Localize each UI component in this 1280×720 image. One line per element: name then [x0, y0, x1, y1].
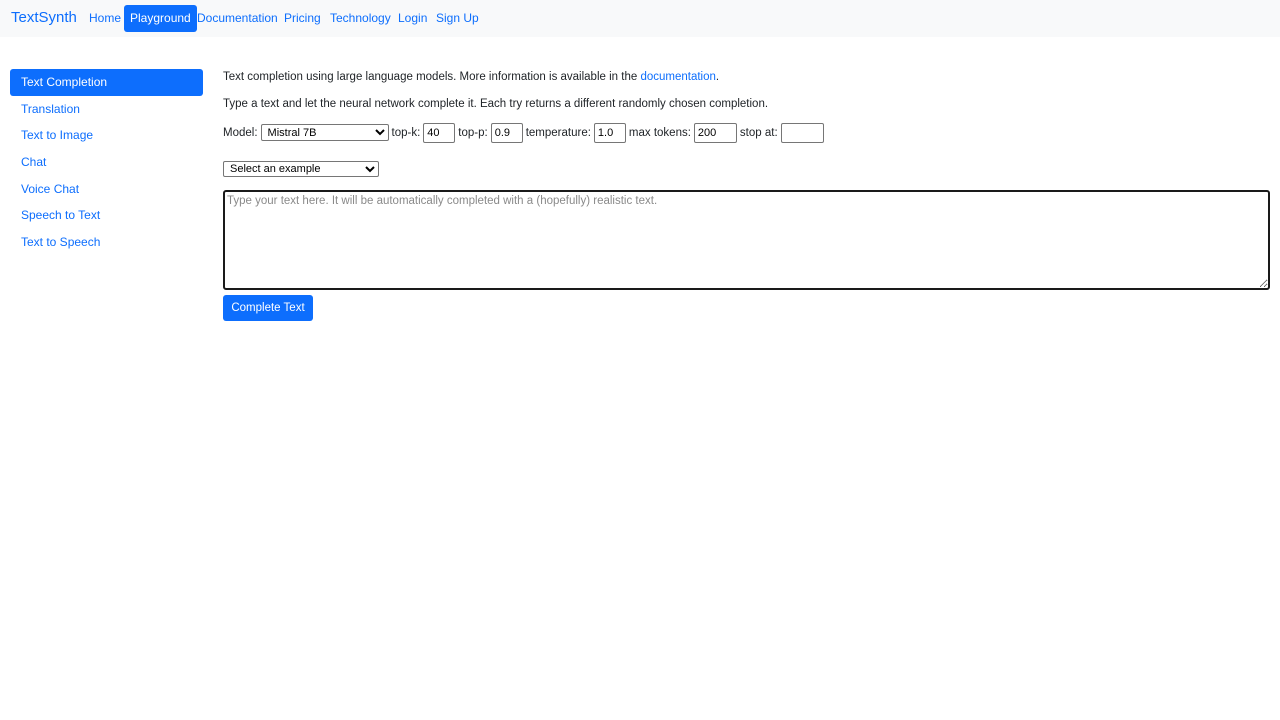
instructions-paragraph: Type a text and let the neural network c… — [223, 98, 769, 110]
intro-text: Text completion using large language mod… — [223, 71, 641, 83]
intro-end: . — [715, 71, 720, 83]
max-tokens-label: max tokens: — [628, 126, 691, 139]
complete-text-button[interactable]: Complete Text — [223, 295, 313, 321]
top-k-label: top-k: — [391, 126, 421, 139]
parameters-row: Model: Mistral 7B top-k: top-p: temperat… — [223, 122, 824, 143]
sidebar-item-text-to-image[interactable]: Text to Image — [10, 122, 203, 149]
model-label: Model: — [223, 126, 258, 139]
example-select[interactable]: Select an example — [223, 161, 379, 177]
stop-at-input[interactable] — [780, 122, 824, 143]
nav-pricing[interactable]: Pricing — [278, 5, 327, 32]
max-tokens-input[interactable] — [693, 122, 737, 143]
nav-playground[interactable]: Playground — [124, 5, 197, 32]
nav-technology[interactable]: Technology — [324, 5, 397, 32]
top-p-label: top-p: — [458, 126, 488, 139]
stop-at-label: stop at: — [739, 126, 778, 139]
sidebar-item-chat[interactable]: Chat — [10, 149, 203, 176]
documentation-link[interactable]: documentation — [640, 71, 715, 83]
model-select[interactable]: Mistral 7B — [260, 124, 389, 141]
nav-sign-up[interactable]: Sign Up — [430, 5, 485, 32]
brand-logo[interactable]: TextSynth — [11, 9, 77, 27]
nav-documentation[interactable]: Documentation — [191, 5, 284, 32]
sidebar-item-translation[interactable]: Translation — [10, 96, 203, 123]
sidebar-item-voice-chat[interactable]: Voice Chat — [10, 176, 203, 203]
sidebar-item-text-completion[interactable]: Text Completion — [10, 69, 203, 96]
intro-paragraph: Text completion using large language mod… — [223, 70, 719, 84]
nav-login[interactable]: Login — [392, 5, 433, 32]
sidebar-item-text-to-speech[interactable]: Text to Speech — [10, 229, 203, 256]
nav-home[interactable]: Home — [83, 5, 127, 32]
top-p-input[interactable] — [490, 122, 523, 143]
prompt-textarea[interactable] — [223, 190, 1270, 290]
top-k-input[interactable] — [423, 122, 456, 143]
top-navbar: TextSynth Home Playground Documentation … — [0, 0, 1280, 37]
sidebar-item-speech-to-text[interactable]: Speech to Text — [10, 202, 203, 229]
temperature-label: temperature: — [525, 126, 591, 139]
temperature-input[interactable] — [593, 122, 626, 143]
